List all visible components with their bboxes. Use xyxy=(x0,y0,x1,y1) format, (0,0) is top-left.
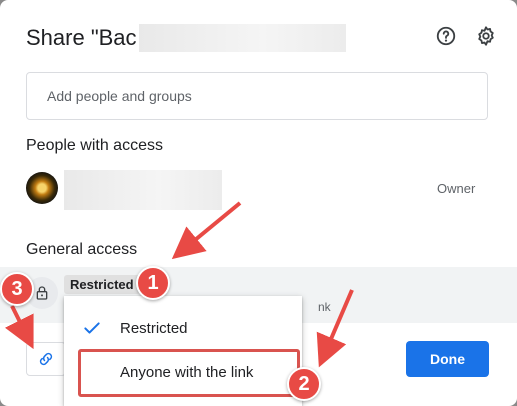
share-dialog: Share "Bac Add people and groups People … xyxy=(0,0,517,406)
redacted-file-name xyxy=(138,24,346,52)
dialog-title-row: Share "Bac xyxy=(26,24,346,52)
add-people-input[interactable]: Add people and groups xyxy=(26,72,488,120)
owner-avatar xyxy=(26,172,58,204)
annotation-badge-2: 2 xyxy=(287,367,321,401)
menu-item-restricted[interactable]: Restricted xyxy=(64,306,302,350)
general-access-description: nk xyxy=(318,300,331,314)
annotation-highlight-box xyxy=(78,349,300,397)
general-access-dropdown[interactable]: Restricted xyxy=(64,275,140,294)
annotation-badge-1: 1 xyxy=(136,266,170,300)
link-icon xyxy=(39,352,53,366)
arrow-1 xyxy=(171,201,242,260)
menu-item-label: Restricted xyxy=(120,319,188,337)
dialog-title: Share "Bac xyxy=(26,25,137,50)
general-access-heading: General access xyxy=(26,241,138,258)
annotation-badge-3: 3 xyxy=(0,272,34,306)
check-icon xyxy=(82,318,102,342)
help-icon[interactable] xyxy=(434,24,458,48)
copy-link-button[interactable] xyxy=(26,342,66,376)
owner-role-label: Owner xyxy=(437,181,476,196)
people-with-access-heading: People with access xyxy=(26,137,163,154)
done-button[interactable]: Done xyxy=(406,341,489,377)
add-people-placeholder: Add people and groups xyxy=(47,88,192,104)
redacted-person-name xyxy=(64,170,222,210)
gear-icon[interactable] xyxy=(474,24,498,48)
